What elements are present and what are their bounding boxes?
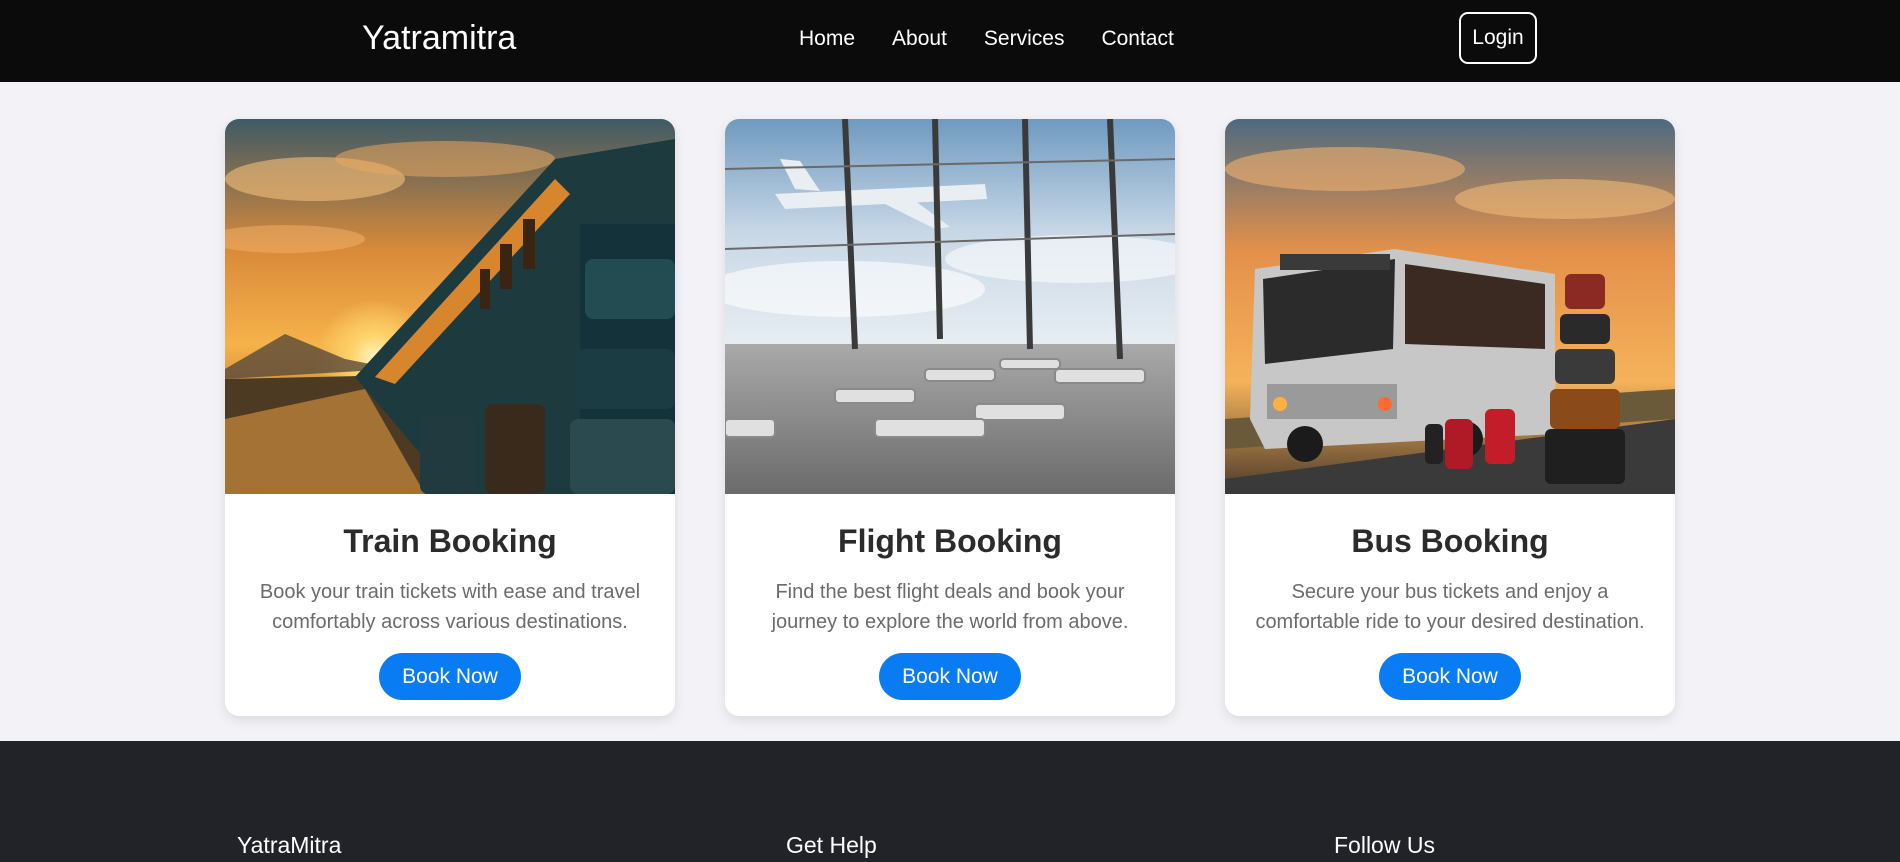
card-description: Find the best flight deals and book your… bbox=[771, 581, 1129, 633]
brand-logo[interactable]: Yatramitra bbox=[362, 18, 516, 58]
flight-book-now-button[interactable]: Book Now bbox=[879, 653, 1021, 700]
nav-link-contact[interactable]: Contact bbox=[1101, 26, 1173, 52]
train-book-now-button[interactable]: Book Now bbox=[379, 653, 521, 700]
bus-booking-card: Bus Booking Secure your bus tickets and … bbox=[1225, 119, 1675, 716]
nav-link-home[interactable]: Home bbox=[799, 26, 855, 52]
login-button[interactable]: Login bbox=[1459, 12, 1537, 64]
bus-image bbox=[1225, 119, 1675, 494]
flight-booking-card: Flight Booking Find the best flight deal… bbox=[725, 119, 1175, 716]
navbar: Yatramitra Home About Services Contact L… bbox=[0, 0, 1900, 82]
footer-heading-yatramitra: YatraMitra bbox=[237, 832, 342, 858]
card-title: Bus Booking bbox=[1351, 523, 1549, 559]
nav-links: Home About Services Contact bbox=[799, 26, 1174, 52]
footer: YatraMitra Get Help Follow Us bbox=[0, 741, 1900, 862]
card-description: Secure your bus tickets and enjoy a comf… bbox=[1255, 581, 1645, 633]
nav-link-about[interactable]: About bbox=[892, 26, 947, 52]
card-title: Flight Booking bbox=[838, 523, 1062, 559]
bus-book-now-button[interactable]: Book Now bbox=[1379, 653, 1521, 700]
train-booking-card: Train Booking Book your train tickets wi… bbox=[225, 119, 675, 716]
train-image bbox=[225, 119, 675, 494]
card-description: Book your train tickets with ease and tr… bbox=[259, 581, 641, 633]
footer-heading-get-help: Get Help bbox=[786, 832, 877, 858]
footer-heading-follow-us: Follow Us bbox=[1334, 832, 1435, 858]
card-title: Train Booking bbox=[343, 523, 557, 559]
flight-image bbox=[725, 119, 1175, 494]
nav-link-services[interactable]: Services bbox=[984, 26, 1065, 52]
